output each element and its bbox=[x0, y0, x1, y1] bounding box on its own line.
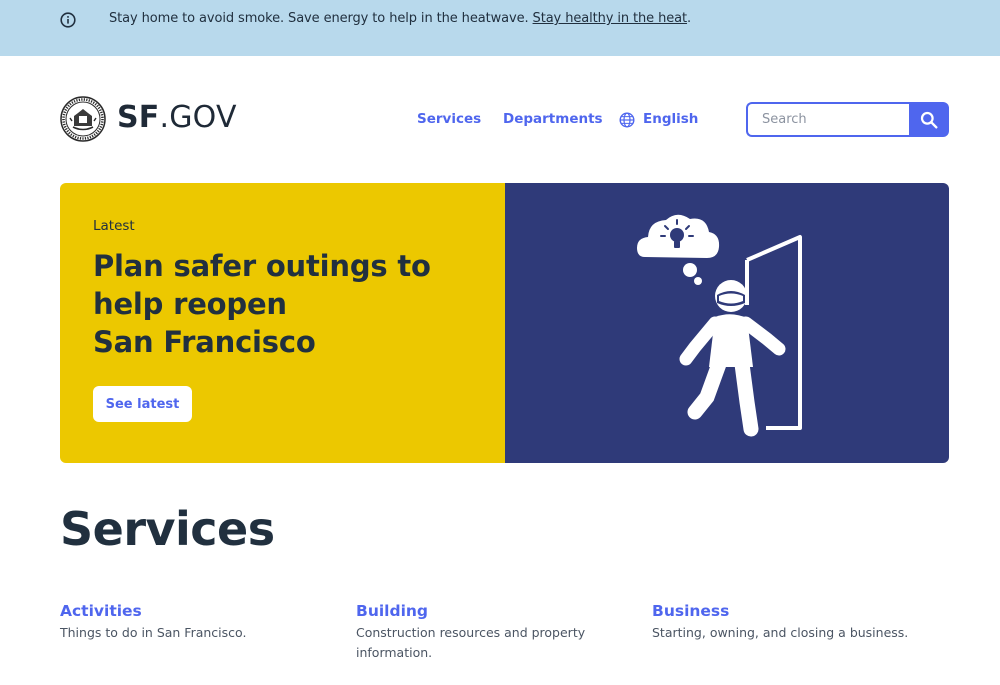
services-heading: Services bbox=[60, 502, 275, 556]
nav-departments[interactable]: Departments bbox=[503, 111, 603, 127]
hero-text-panel: Latest Plan safer outings to help reopen… bbox=[60, 183, 505, 463]
service-title-activities[interactable]: Activities bbox=[60, 602, 330, 620]
see-latest-button[interactable]: See latest bbox=[93, 386, 192, 422]
hero-image-panel bbox=[505, 183, 949, 463]
person-leaving-door-icon bbox=[637, 214, 802, 437]
service-card: Building Construction resources and prop… bbox=[356, 602, 626, 663]
hero-title: Plan safer outings to help reopen San Fr… bbox=[93, 249, 431, 359]
hero-eyebrow: Latest bbox=[93, 218, 135, 234]
alert-banner: Stay home to avoid smoke. Save energy to… bbox=[0, 0, 1000, 56]
search-box bbox=[746, 102, 910, 137]
service-description: Construction resources and property info… bbox=[356, 625, 586, 660]
info-circle-icon bbox=[60, 12, 76, 28]
brand-rest: .GOV bbox=[159, 100, 237, 135]
service-card: Business Starting, owning, and closing a… bbox=[652, 602, 952, 643]
search-button[interactable] bbox=[909, 102, 949, 137]
alert-message-text: Stay home to avoid smoke. Save energy to… bbox=[109, 11, 533, 26]
search-input[interactable] bbox=[748, 104, 910, 135]
search-icon bbox=[920, 111, 938, 129]
alert-link[interactable]: Stay healthy in the heat bbox=[533, 11, 688, 26]
alert-message: Stay home to avoid smoke. Save energy to… bbox=[109, 11, 691, 26]
service-description: Things to do in San Francisco. bbox=[60, 625, 247, 640]
hero-banner: Latest Plan safer outings to help reopen… bbox=[60, 183, 949, 463]
brand-bold: SF bbox=[117, 100, 160, 135]
globe-icon[interactable] bbox=[619, 112, 635, 128]
service-title-building[interactable]: Building bbox=[356, 602, 626, 620]
service-card: Activities Things to do in San Francisco… bbox=[60, 602, 330, 643]
alert-trailing: . bbox=[687, 11, 692, 26]
service-description: Starting, owning, and closing a business… bbox=[652, 625, 909, 640]
nav-language[interactable]: English bbox=[643, 111, 698, 127]
brand-wordmark[interactable]: SF.GOV bbox=[117, 100, 237, 135]
nav-services[interactable]: Services bbox=[417, 111, 481, 127]
service-title-business[interactable]: Business bbox=[652, 602, 952, 620]
city-seal-icon[interactable] bbox=[60, 96, 106, 142]
